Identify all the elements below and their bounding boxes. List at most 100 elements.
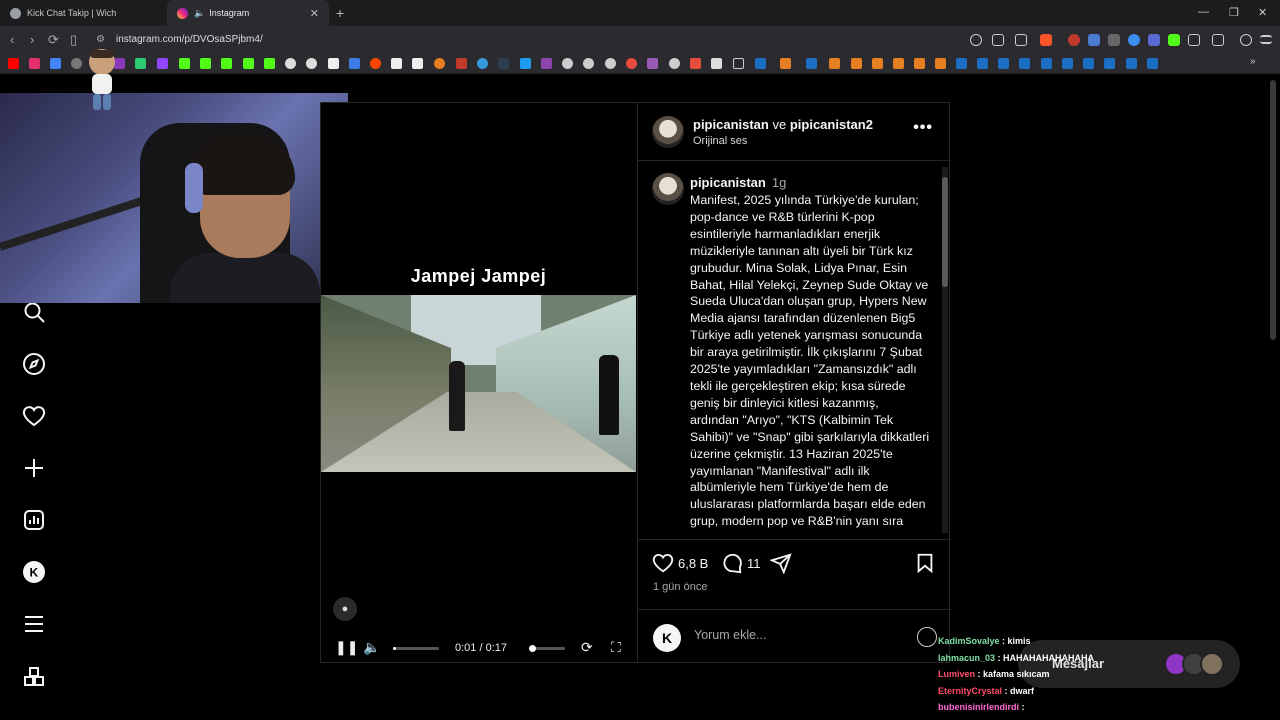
bookmark-folder-icon[interactable]	[733, 58, 744, 69]
bookmark-icon[interactable]	[893, 58, 904, 69]
forward-icon[interactable]: ›	[30, 32, 34, 47]
extension-icon[interactable]	[1088, 34, 1100, 46]
site-info-icon[interactable]: ⚙	[96, 34, 105, 45]
bookmark-icon[interactable]	[412, 58, 423, 69]
menu-icon[interactable]	[1260, 35, 1272, 44]
picture-in-picture-icon[interactable]: ⟳	[581, 639, 593, 656]
puzzle-icon[interactable]	[1212, 34, 1224, 46]
music-icon[interactable]	[1240, 34, 1252, 46]
tab-instagram[interactable]: 🔈 Instagram ✕	[167, 0, 329, 26]
extension-icon[interactable]	[1188, 34, 1200, 46]
bookmark-icon[interactable]	[872, 58, 883, 69]
bookmark-icon[interactable]	[829, 58, 840, 69]
bookmark-icon[interactable]	[391, 58, 402, 69]
bookmark-icon[interactable]	[914, 58, 925, 69]
extension-icon[interactable]	[1068, 34, 1080, 46]
extension-icon[interactable]	[1128, 34, 1140, 46]
apps-icon[interactable]	[20, 663, 48, 691]
pause-icon[interactable]: ❚❚	[335, 639, 358, 656]
bookmark-steam-icon[interactable]	[1104, 58, 1115, 69]
bookmark-icon[interactable]	[456, 58, 467, 69]
bookmark-icon[interactable]	[243, 58, 254, 69]
chat-username[interactable]: Lumiven	[938, 669, 975, 679]
explore-icon[interactable]	[20, 350, 48, 378]
chat-username[interactable]: bubenisinirlendirdi	[938, 702, 1019, 712]
bookmark-icon[interactable]	[520, 58, 531, 69]
caption-scroll-thumb[interactable]	[942, 177, 948, 287]
bookmark-icon[interactable]	[349, 58, 360, 69]
bookmark-icon[interactable]	[851, 58, 862, 69]
extension-icon[interactable]	[1108, 34, 1120, 46]
video-player[interactable]: Jampej Jampej ● ❚❚ 🔈 0:01 / 0:17 ⟳ ⛶	[321, 103, 636, 662]
author-link[interactable]: pipicanistan2	[790, 117, 873, 132]
minimize-icon[interactable]: —	[1198, 6, 1209, 18]
bookmark-kick-icon[interactable]	[221, 58, 232, 69]
avatar[interactable]	[652, 173, 684, 205]
bookmark-icon[interactable]	[605, 58, 616, 69]
dashboard-icon[interactable]	[20, 506, 48, 534]
video-frame[interactable]	[321, 295, 636, 472]
bookmark-steam-icon[interactable]	[956, 58, 967, 69]
chat-username[interactable]: lahmacun_03	[938, 653, 995, 663]
bookmark-icon[interactable]	[780, 58, 791, 69]
chat-username[interactable]: EternityCrystal	[938, 686, 1002, 696]
bookmark-youtube-icon[interactable]	[8, 58, 19, 69]
close-window-icon[interactable]: ✕	[1258, 6, 1267, 19]
zoom-icon[interactable]	[970, 34, 982, 46]
author-link[interactable]: pipicanistan	[693, 117, 769, 132]
bookmark-icon[interactable]	[690, 58, 701, 69]
bookmark-icon[interactable]	[264, 58, 275, 69]
bookmark-icon[interactable]	[71, 58, 82, 69]
extension-icon[interactable]	[1148, 34, 1160, 46]
bookmark-steam-icon[interactable]	[998, 58, 1009, 69]
back-icon[interactable]: ‹	[10, 32, 14, 47]
caption-scrollbar[interactable]	[942, 167, 948, 533]
emoji-icon[interactable]	[917, 627, 937, 647]
bookmark-steam-icon[interactable]	[1019, 58, 1030, 69]
close-tab-icon[interactable]: ✕	[310, 7, 319, 20]
maximize-icon[interactable]: ❐	[1229, 6, 1239, 19]
bookmark-icon[interactable]	[711, 58, 722, 69]
volume-slider[interactable]	[529, 645, 565, 652]
bookmark-icon[interactable]	[562, 58, 573, 69]
bookmark-icon[interactable]	[647, 58, 658, 69]
share-button[interactable]	[770, 552, 796, 574]
new-tab-button[interactable]: +	[336, 5, 344, 21]
page-scrollbar[interactable]	[1270, 80, 1276, 340]
chat-username[interactable]: KadimSovalye	[938, 636, 1000, 646]
bookmark-steam-icon[interactable]	[1062, 58, 1073, 69]
extension-icon[interactable]	[1168, 34, 1180, 46]
bookmark-steam-icon[interactable]	[1126, 58, 1137, 69]
bookmark-kick-icon[interactable]	[179, 58, 190, 69]
bookmark-icon[interactable]	[541, 58, 552, 69]
bookmark-steam-icon[interactable]	[1147, 58, 1158, 69]
bookmark-icon[interactable]	[583, 58, 594, 69]
bookmark-icon[interactable]	[306, 58, 317, 69]
bookmark-icon[interactable]	[50, 58, 61, 69]
bookmark-reddit-icon[interactable]	[370, 58, 381, 69]
bookmark-icon[interactable]	[626, 58, 637, 69]
avatar[interactable]	[652, 116, 684, 148]
heart-icon[interactable]	[20, 402, 48, 430]
bookmark-steam-icon[interactable]	[806, 58, 817, 69]
bookmark-icon[interactable]: ▯	[70, 32, 77, 48]
kick-icon[interactable]: K	[20, 558, 48, 586]
bookmark-steam-icon[interactable]	[1041, 58, 1052, 69]
bookmark-icon[interactable]	[434, 58, 445, 69]
more-bookmarks-icon[interactable]: »	[1250, 56, 1256, 67]
bookmark-icon[interactable]	[477, 58, 488, 69]
fullscreen-icon[interactable]: ⛶	[611, 639, 621, 656]
bookmark-icon[interactable]	[498, 58, 509, 69]
like-button[interactable]: 6,8 B	[652, 552, 708, 574]
bookmark-steam-icon[interactable]	[1083, 58, 1094, 69]
seek-bar[interactable]	[393, 647, 439, 650]
create-icon[interactable]	[20, 454, 48, 482]
bookmark-icon[interactable]	[285, 58, 296, 69]
tagged-users-icon[interactable]: ●	[333, 597, 357, 621]
url-field[interactable]: instagram.com/p/DVOsaSPjbm4/	[116, 34, 263, 45]
comment-button[interactable]: 11	[721, 552, 761, 574]
tab-kick-chat[interactable]: Kick Chat Takip | Wich	[0, 0, 165, 26]
volume-knob[interactable]	[529, 645, 536, 652]
brave-shield-icon[interactable]	[1040, 34, 1052, 46]
bookmark-instagram-icon[interactable]	[29, 58, 40, 69]
